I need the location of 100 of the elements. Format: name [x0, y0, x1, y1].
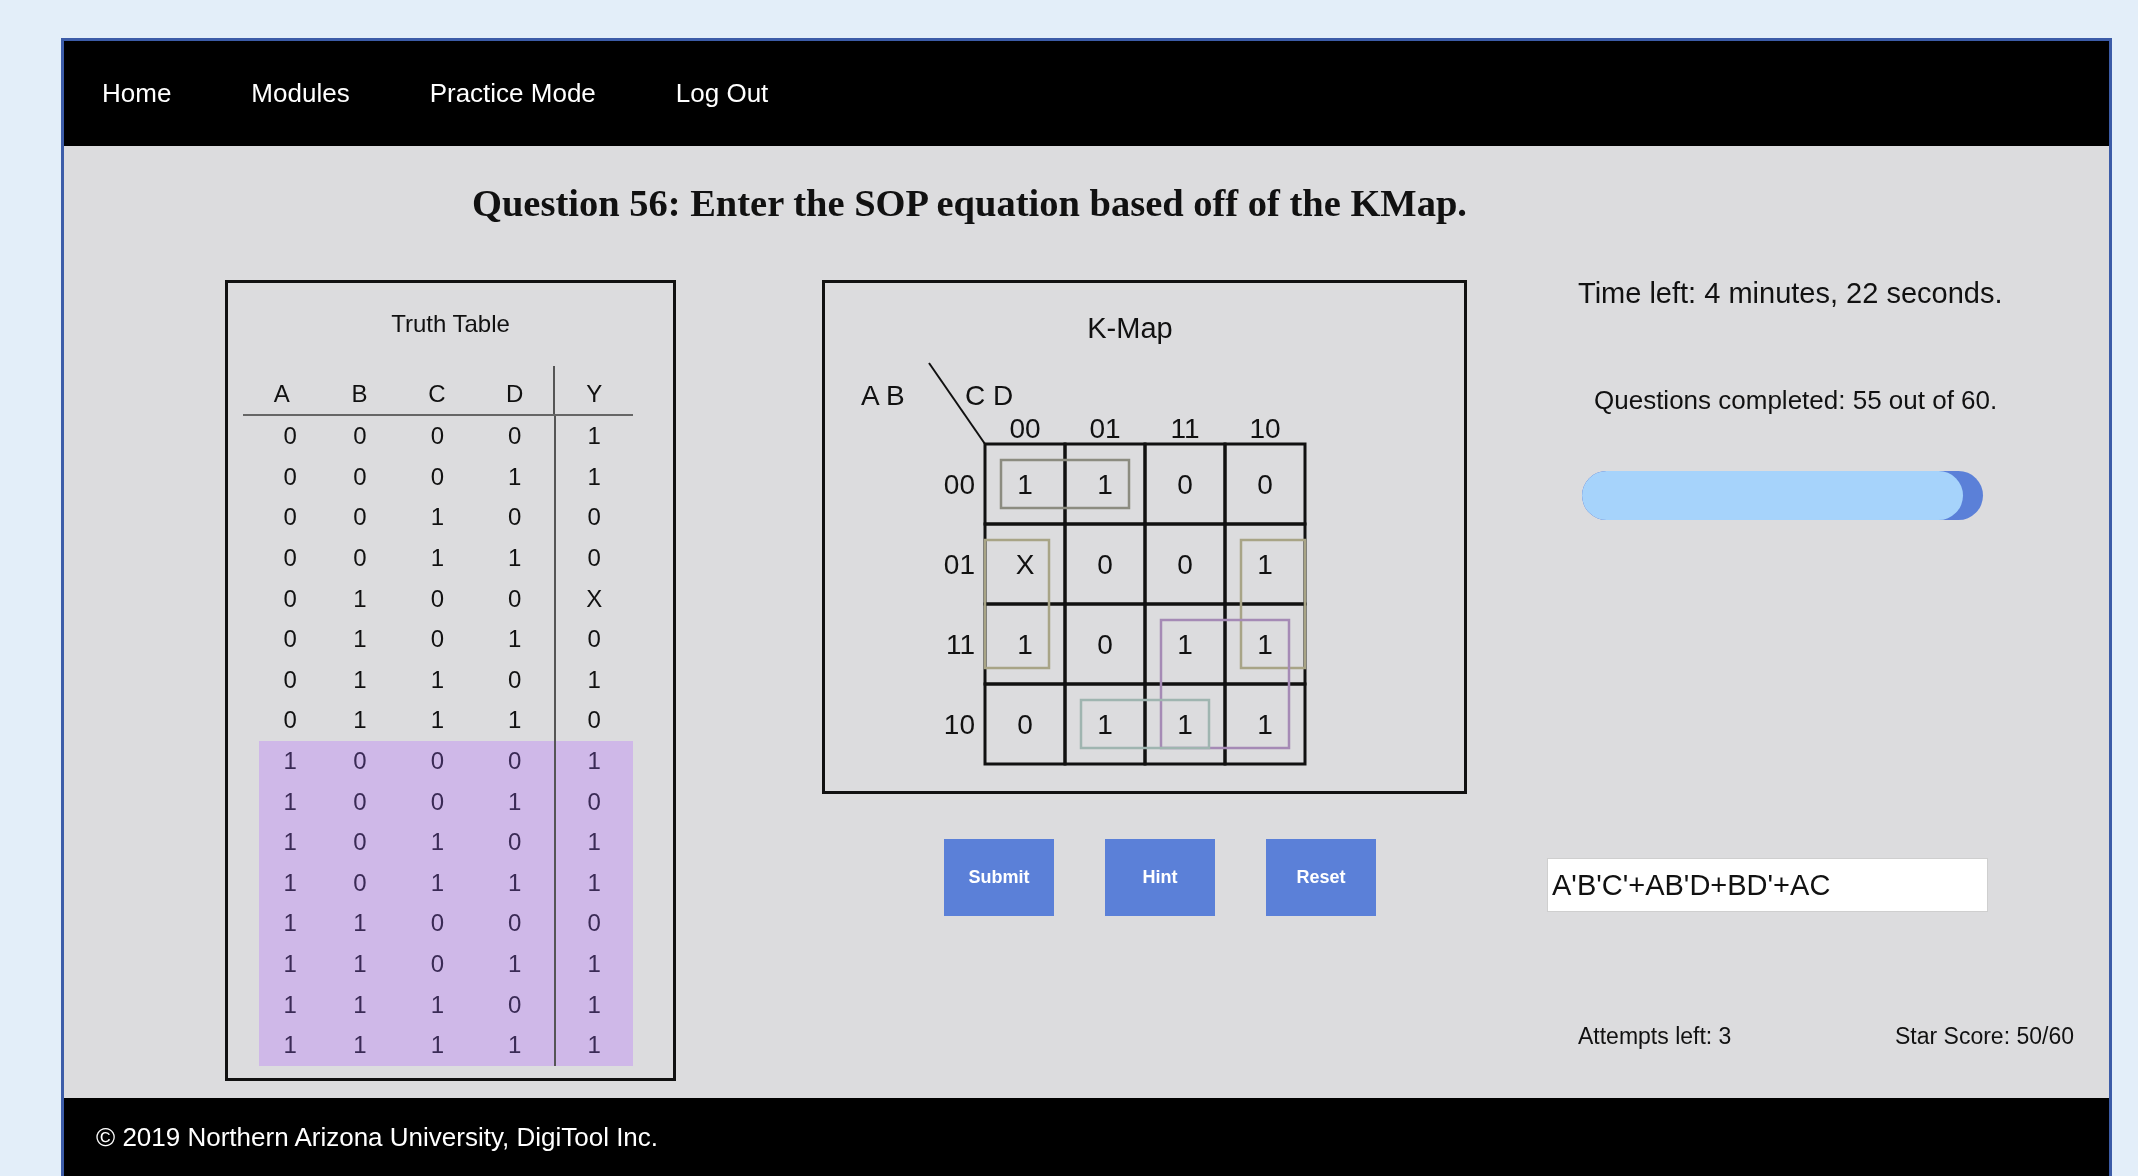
- table-cell-text: 0: [282, 664, 298, 695]
- table-cell-text: 1: [429, 543, 445, 574]
- table-cell: 0: [553, 537, 633, 579]
- nav-link[interactable]: Home: [102, 78, 172, 109]
- table-cell-text: 0: [429, 949, 445, 979]
- table-cell-text: 1: [282, 867, 298, 898]
- table-cell-text: 1: [507, 624, 523, 655]
- table-cell: 1: [553, 456, 633, 498]
- table-cell-text: 1: [282, 908, 298, 939]
- table-cell-text: 1: [282, 827, 298, 858]
- kmap-cell: 1: [1097, 469, 1113, 500]
- table-cell-text: 0: [429, 908, 445, 939]
- table-cell-text: 1: [282, 786, 298, 817]
- table-cell-text: 0: [429, 461, 445, 492]
- table-cell-text: 0: [507, 583, 523, 614]
- column-header: B: [350, 379, 369, 409]
- column-label: 00: [1009, 413, 1041, 444]
- table-cell-text: 1: [282, 746, 298, 777]
- table-cell-text: 0: [429, 746, 445, 777]
- attempts-text: Attempts left: 3: [1578, 1023, 1732, 1050]
- table-cell-text: 1: [507, 949, 523, 979]
- row-label: 10: [943, 709, 975, 740]
- action-button[interactable]: Hint: [1105, 839, 1215, 916]
- table-cell-text: 1: [352, 705, 368, 736]
- table-cell-text: 1: [507, 786, 523, 817]
- table-cell-text: 0: [507, 827, 523, 858]
- star-score-text: Star Score: 50/60: [1895, 1023, 2074, 1050]
- table-cell-text: 1: [507, 543, 523, 574]
- table-cell-text: 1: [429, 502, 445, 533]
- table-cell-text: 0: [352, 867, 368, 898]
- column-header: C: [427, 379, 447, 409]
- table-cell-text: 1: [282, 989, 298, 1020]
- table-cell-text: 1: [352, 1030, 368, 1061]
- table-cell-text: 1: [429, 1030, 445, 1061]
- table-cell-text: 1: [352, 949, 368, 979]
- panel-title: K-Map: [1087, 312, 1173, 344]
- column-header: D: [504, 379, 525, 409]
- nav-link[interactable]: Practice Mode: [429, 78, 596, 109]
- column-header: A: [272, 379, 291, 409]
- kmap-cell: 1: [1257, 629, 1273, 660]
- table-cell: 0: [553, 618, 633, 660]
- table-cell: 1: [553, 659, 633, 701]
- kmap-cell: 1: [1257, 709, 1273, 740]
- table-cell-text: 0: [282, 421, 298, 452]
- kmap-cell: 1: [1017, 469, 1033, 500]
- table-cell-text: 0: [507, 664, 523, 695]
- kmap-cell: 1: [1017, 629, 1033, 660]
- table-cell-text: 1: [507, 705, 523, 736]
- table-cell-text: 1: [352, 664, 368, 695]
- questions-completed-text: Questions completed: 55 out of 60.: [1594, 385, 1999, 416]
- table-cell: 0: [553, 497, 633, 538]
- table-cell-text: 1: [507, 867, 523, 898]
- table-cell-text: 0: [282, 461, 298, 492]
- row-variables: A B: [861, 380, 905, 411]
- kmap-cell: 0: [1177, 549, 1193, 580]
- table-cell-text: 1: [429, 705, 445, 736]
- nav-link[interactable]: Log Out: [675, 78, 769, 109]
- table-cell-text: 1: [507, 1030, 523, 1061]
- table-cell-text: 1: [282, 949, 298, 979]
- row-label: 11: [945, 629, 975, 660]
- kmap-cell: 0: [1177, 469, 1193, 500]
- kmap-cell: X: [1015, 549, 1035, 580]
- table-cell-text: 1: [352, 624, 368, 655]
- kmap-cell: 1: [1257, 549, 1273, 580]
- table-cell-text: 0: [282, 502, 298, 533]
- table-cell-text: 0: [282, 543, 298, 574]
- table-cell-text: 1: [352, 583, 368, 614]
- table-cell-text: 0: [352, 461, 368, 492]
- kmap-cell: 0: [1257, 469, 1273, 500]
- kmap-cell: 1: [1177, 629, 1193, 660]
- question-title: Question 56: Enter the SOP equation based off of the KMap.: [472, 181, 1468, 225]
- row-label: 00: [943, 469, 975, 500]
- table-cell-text: 1: [282, 1030, 298, 1061]
- table-cell: 1: [553, 1024, 633, 1066]
- table-cell-text: 0: [352, 543, 368, 574]
- panel-title: Truth Table: [390, 310, 511, 338]
- kmap-cell: 0: [1017, 709, 1033, 740]
- table-cell-text: 0: [352, 746, 368, 777]
- table-cell-text: 0: [429, 624, 445, 655]
- table-cell-text: 0: [429, 583, 445, 614]
- action-button[interactable]: Submit: [944, 839, 1054, 916]
- column-label: 01: [1089, 413, 1121, 444]
- table-cell-text: 1: [429, 827, 445, 858]
- column-header: Y: [553, 366, 633, 414]
- table-cell-text: 0: [352, 786, 368, 817]
- table-cell-text: 0: [507, 989, 523, 1020]
- copyright-text: © 2019 Northern Arizona University, DigiTool Inc.: [96, 1121, 659, 1153]
- table-cell-text: 1: [429, 664, 445, 695]
- table-cell-text: 0: [352, 421, 368, 452]
- action-button[interactable]: Reset: [1266, 839, 1376, 916]
- table-cell-text: 1: [352, 989, 368, 1020]
- table-cell-text: 0: [282, 705, 298, 736]
- answer-field[interactable]: A'B'C'+AB'D+BD'+AC: [1547, 858, 1988, 912]
- column-label: 10: [1249, 413, 1281, 444]
- table-cell-text: 1: [429, 867, 445, 898]
- nav-link[interactable]: Modules: [251, 78, 350, 109]
- kmap-cell: 1: [1097, 709, 1113, 740]
- row-label: 01: [943, 549, 975, 580]
- table-cell-text: 0: [282, 583, 298, 614]
- kmap-cell: 0: [1097, 549, 1113, 580]
